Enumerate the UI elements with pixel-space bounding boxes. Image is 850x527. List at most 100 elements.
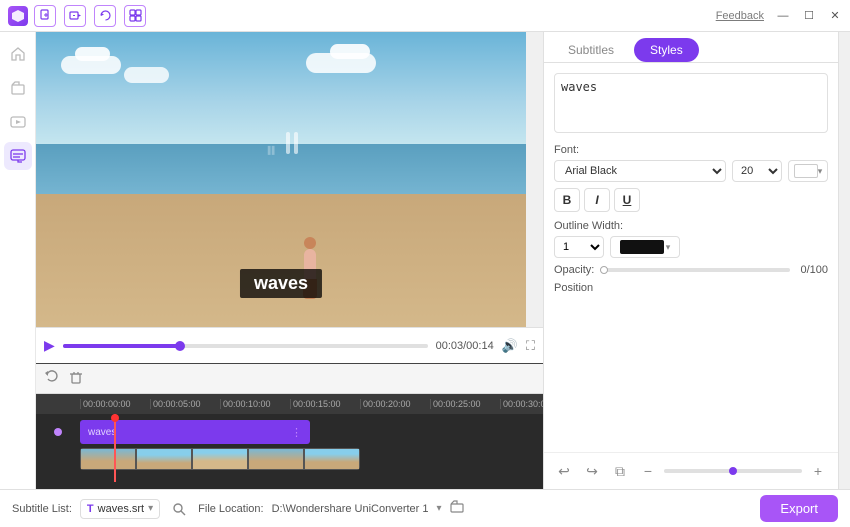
right-panel: Subtitles Styles waves Font: Arial Black… [543,32,838,489]
file-path-dropdown[interactable]: ▾ [437,503,442,514]
fullscreen-icon[interactable]: ⛶ [526,338,535,354]
time-display: 00:03/00:14 [436,340,494,352]
video-thumb-5 [304,448,360,470]
rp-zoom-out-button[interactable]: − [636,459,660,483]
subtitle-file-type-icon: T [87,503,94,515]
center-area: ⏸ [36,32,850,489]
progress-bar[interactable] [63,344,428,348]
pause-bars [286,132,298,154]
font-family-select[interactable]: Arial Black [554,160,726,182]
sidebar-item-subtitle[interactable] [4,142,32,170]
titlebar: Feedback — ☐ ✕ [0,0,850,32]
format-row: B I U [554,188,828,212]
minimize-button[interactable]: — [776,9,790,23]
right-edge-scrollbar[interactable] [838,32,850,489]
file-path-text: D:\Wondershare UniConverter 1 [272,503,429,515]
feedback-link[interactable]: Feedback [716,10,764,22]
rp-redo-button[interactable]: ↪ [580,459,604,483]
sidebar-item-files[interactable] [4,74,32,102]
font-color-swatch [794,164,818,178]
subtitle-file-name: waves.srt [98,503,144,515]
subtitle-track-label-icon [36,428,80,436]
color-arrow: ▾ [818,166,823,177]
sky-bg [36,32,526,150]
subtitle-text-input[interactable]: waves [554,73,828,133]
export-button[interactable]: Export [760,495,838,522]
timeline-area: 00:00:00:00 00:00:05:00 00:00:10:00 00:0… [36,363,543,489]
video-player[interactable]: ⏸ [36,32,526,327]
timeline-toolbar [36,364,543,394]
subtitle-file-dropdown[interactable]: T waves.srt ▾ [80,499,160,519]
sand-bg [36,194,526,327]
subtitle-track-more: ⋮ [291,426,302,439]
opacity-row: Opacity: 0/100 [554,264,828,276]
add-media-icon[interactable] [64,5,86,27]
purple-dot [54,428,62,436]
font-color-button[interactable]: ▾ [788,160,828,182]
rp-zoom-thumb [729,467,737,475]
pause-indicator: ⏸ [266,137,277,163]
ruler-mark-0: 00:00:00:00 [80,399,150,409]
tab-subtitles[interactable]: Subtitles [552,38,630,62]
sidebar-item-home[interactable] [4,40,32,68]
ruler-mark-1: 00:00:05:00 [150,399,220,409]
video-track-content [80,448,543,476]
ruler-mark-4: 00:00:20:00 [360,399,430,409]
playhead[interactable] [114,414,116,482]
rp-zoom-in-button[interactable]: + [806,459,830,483]
timeline-delete-icon[interactable] [68,369,84,388]
titlebar-icons [34,5,146,27]
maximize-button[interactable]: ☐ [802,9,816,23]
subtitle-track-row: waves ⋮ [36,418,543,446]
layout-icon[interactable] [124,5,146,27]
timeline-ruler: 00:00:00:00 00:00:05:00 00:00:10:00 00:0… [36,394,543,414]
rp-undo-button[interactable]: ↩ [552,459,576,483]
video-thumb-3 [192,448,248,470]
cloud5 [330,44,370,59]
video-track-row [36,448,543,476]
bold-button[interactable]: B [554,188,580,212]
progress-thumb [175,341,185,351]
font-size-select[interactable]: 20 [732,160,782,182]
timeline-undo-icon[interactable] [44,369,60,388]
ruler-mark-6: 00:00:30:00 [500,399,543,409]
play-button[interactable]: ▶ [44,337,55,354]
outline-row: 1 ▾ [554,236,828,258]
opacity-label: Opacity: [554,264,594,276]
subtitle-overlay: waves [240,269,322,298]
outline-width-select[interactable]: 1 [554,236,604,258]
tab-styles[interactable]: Styles [634,38,699,62]
video-track-block[interactable] [80,448,360,470]
subtitle-search-button[interactable] [168,498,190,520]
file-location-label: File Location: [198,503,263,515]
opacity-slider[interactable] [600,268,790,272]
file-path-arrow: ▾ [437,503,442,514]
new-file-icon[interactable] [34,5,56,27]
italic-button[interactable]: I [584,188,610,212]
cloud3 [124,67,169,83]
folder-browse-icon[interactable] [450,500,464,517]
rp-zoom-slider[interactable] [664,469,802,473]
right-panel-content: waves Font: Arial Black 20 ▾ [544,63,838,452]
video-thumb-1 [80,448,136,470]
refresh-icon[interactable] [94,5,116,27]
video-panel-row: ⏸ [36,32,850,489]
subtitle-track-text: waves [88,427,116,438]
playhead-top [111,414,119,422]
subtitle-dropdown-arrow: ▾ [148,503,153,514]
opacity-thumb [600,266,608,274]
titlebar-right: Feedback — ☐ ✕ [716,9,842,23]
bottom-bar: Subtitle List: T waves.srt ▾ File Locati… [0,489,850,527]
font-label: Font: [554,144,828,156]
outline-color-button[interactable]: ▾ [610,236,680,258]
outline-color-swatch [620,240,664,254]
outline-arrow: ▾ [666,242,671,253]
main-layout: ⏸ [0,32,850,489]
rp-copy-button[interactable]: ⧉ [608,459,632,483]
video-controls: ▶ 00:03/00:14 🔊 ⛶ [36,327,543,363]
sidebar-item-media[interactable] [4,108,32,136]
underline-button[interactable]: U [614,188,640,212]
titlebar-left [8,5,146,27]
close-button[interactable]: ✕ [828,9,842,23]
audio-icon[interactable]: 🔊 [502,338,518,354]
